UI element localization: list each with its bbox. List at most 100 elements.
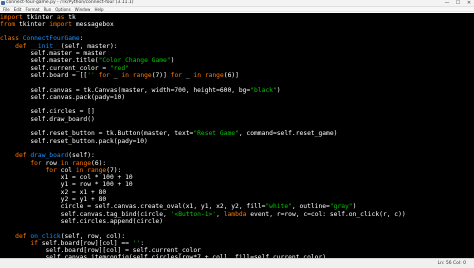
window-controls: — ☐ ✕ <box>444 0 472 6</box>
code-token: import <box>0 13 23 21</box>
idle-python-icon <box>1 1 5 5</box>
code-token: y1 = row * 100 + 10 <box>0 181 133 189</box>
code-token: "white" <box>265 203 292 211</box>
code-token: self.circles.append(circle) <box>0 217 164 225</box>
code-token: self.reset_button.pack(pady=10) <box>0 137 148 145</box>
code-token: tkinter <box>22 13 57 21</box>
code-token: (7)] <box>151 71 171 79</box>
code-token: '<Button-1>' <box>170 210 217 218</box>
code-token: tk <box>64 13 76 21</box>
menu-options[interactable]: Options <box>55 7 70 12</box>
menu-file[interactable]: File <box>3 7 10 12</box>
code-token: x1 = col * 100 + 10 <box>0 174 133 182</box>
code-token: _ <box>182 71 194 79</box>
code-token: "Reset Game" <box>193 130 239 138</box>
menu-help[interactable]: Help <box>94 7 103 12</box>
code-token: __init__ <box>30 42 61 50</box>
code-token: self.canvas.tag_bind(circle, <box>0 210 171 218</box>
code-token: range <box>132 71 152 79</box>
code-token: range <box>204 71 224 79</box>
code-token: circle = self.canvas.create_oval(x1, y1,… <box>0 203 266 211</box>
code-line[interactable]: self.canvas.pack(pady=10) <box>0 94 125 102</box>
code-line[interactable]: self.board = [['' for _ in range(7)] for… <box>0 72 239 80</box>
code-token: '' <box>87 71 95 79</box>
code-line[interactable]: self.draw_board() <box>0 115 95 124</box>
code-token: tkinter <box>15 20 50 28</box>
code-token: _ <box>109 71 122 79</box>
code-token: (7): <box>106 166 122 174</box>
code-token: messagebox <box>72 20 114 28</box>
code-token: self.canvas.pack(pady=10) <box>0 93 126 101</box>
code-token: col <box>56 166 76 174</box>
code-token: "gray" <box>329 203 353 211</box>
code-token: ConnectFourGame <box>22 35 80 43</box>
code-token: in <box>121 71 129 79</box>
code-line[interactable]: from tkinter import messagebox <box>0 21 114 29</box>
code-token: self.draw_board() <box>0 115 95 123</box>
code-token: "red" <box>109 64 129 72</box>
code-token: if <box>30 239 38 247</box>
code-token: for <box>98 71 110 79</box>
menu-bar: File Edit Format Run Options Window Help <box>0 7 474 12</box>
code-token: : <box>140 239 145 247</box>
code-token: self.master = master <box>0 50 107 57</box>
code-token: range <box>72 159 92 167</box>
code-token: def <box>15 42 27 50</box>
code-token: x2 = x1 + 80 <box>0 188 107 196</box>
code-token: event, r=row, c=col: self.on_click(r, c)… <box>246 210 406 218</box>
code-token: , command=self.reset_game) <box>238 130 338 138</box>
code-token: lambda <box>223 210 247 218</box>
code-token: , outline= <box>291 203 330 211</box>
code-token: row <box>41 159 61 167</box>
code-token: (self, master): <box>60 42 118 50</box>
code-token: "Color Change Game" <box>98 57 171 65</box>
code-token: range <box>87 166 107 174</box>
code-token: import <box>49 20 73 28</box>
code-token: for <box>170 71 183 79</box>
code-token: def <box>15 232 27 240</box>
code-token: on_click <box>30 232 61 240</box>
code-editor[interactable]: import tkinter as tk from tkinter import … <box>0 13 474 258</box>
code-token: from <box>0 20 16 28</box>
minimize-button[interactable]: — <box>444 0 450 6</box>
code-line[interactable]: self.reset_button.pack(pady=10) <box>0 138 148 146</box>
menu-format[interactable]: Format <box>25 7 39 12</box>
code-token: self.current_color = <box>0 64 110 72</box>
code-token: draw_board <box>30 152 69 160</box>
code-token: in <box>193 71 202 79</box>
window-title: connect-four-game.py - /Tk/Python/connec… <box>6 0 134 5</box>
code-token: for <box>45 166 57 174</box>
code-token: : <box>79 35 84 43</box>
code-token: self.master.title( <box>0 57 99 65</box>
code-token: def <box>15 152 27 160</box>
code-token: for <box>30 159 42 167</box>
code-token: (6)] <box>223 71 239 79</box>
code-token: ) <box>276 86 281 94</box>
menu-run[interactable]: Run <box>44 7 52 12</box>
code-token: y2 = y1 + 80 <box>0 196 107 203</box>
code-token: self.canvas = tk.Canvas(master, width=70… <box>0 86 251 94</box>
code-token: self.reset_button = tk.Button(master, te… <box>0 130 194 138</box>
code-token: class <box>0 35 19 43</box>
code-line[interactable]: self.circles.append(circle) <box>0 218 163 226</box>
code-token: , <box>216 210 224 218</box>
code-token: (self, row, col): <box>60 232 126 240</box>
code-token: self.board = [[ <box>0 71 88 79</box>
close-button[interactable]: ✕ <box>466 0 472 6</box>
code-token: self.circles = [] <box>0 108 95 116</box>
code-token: ) <box>170 57 175 65</box>
code-token: ) <box>352 203 357 211</box>
code-token: self.board[row][col] == <box>37 239 133 247</box>
code-token: "black" <box>250 86 277 94</box>
menu-window[interactable]: Window <box>75 7 91 12</box>
maximize-button[interactable]: ☐ <box>455 0 461 6</box>
code-token: (self): <box>68 152 95 160</box>
menu-edit[interactable]: Edit <box>14 7 22 12</box>
cursor-position: Ln: 56 Col: 0 <box>437 261 466 266</box>
